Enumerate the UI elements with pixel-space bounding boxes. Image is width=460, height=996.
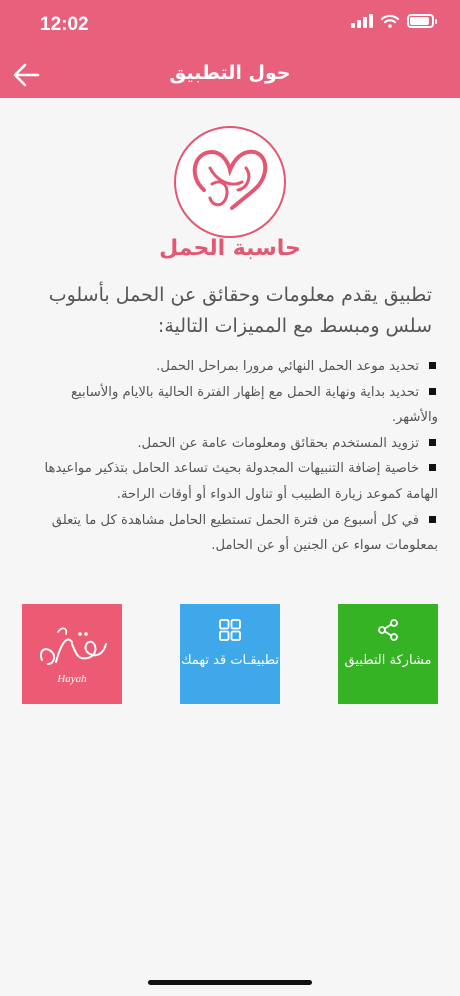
features-list: تحديد موعد الحمل النهائي مرورا بمراحل ال… bbox=[24, 354, 438, 559]
intro-text: تطبيق يقدم معلومات وحقائق عن الحمل بأسلو… bbox=[48, 284, 432, 337]
home-indicator[interactable] bbox=[148, 980, 312, 985]
grid-icon bbox=[219, 619, 241, 641]
related-apps-label: تطبيقـات قد تهمك bbox=[180, 653, 280, 668]
app-name: حاسبة الحمل bbox=[159, 236, 301, 261]
cellular-signal-icon bbox=[351, 14, 373, 28]
list-item: خاصية إضافة التنبيهات المجدولة بحيث تساع… bbox=[24, 456, 438, 507]
battery-level bbox=[410, 17, 429, 25]
hayah-logo-text: Hayah bbox=[56, 673, 87, 685]
page-title: حول التطبيق bbox=[169, 62, 291, 84]
status-icons bbox=[351, 14, 437, 28]
share-app-button[interactable]: مشاركة التطبيق bbox=[338, 604, 438, 704]
hayah-logo: Hayah bbox=[40, 627, 107, 685]
share-app-label: مشاركة التطبيق bbox=[344, 653, 432, 668]
app-logo bbox=[174, 126, 286, 238]
bullet-icon bbox=[429, 515, 436, 523]
share-icon bbox=[378, 619, 398, 641]
feature-text: تحديد موعد الحمل النهائي مرورا بمراحل ال… bbox=[156, 359, 419, 374]
feature-text: في كل أسبوع من فترة الحمل تستطيع الحامل … bbox=[51, 512, 438, 554]
status-bar: 12:02 bbox=[0, 0, 460, 50]
wifi-icon bbox=[381, 14, 399, 28]
feature-text: تحديد بداية ونهاية الحمل مع إظهار الفترة… bbox=[71, 384, 438, 426]
status-time: 12:02 bbox=[40, 14, 89, 35]
list-item: تزويد المستخدم بحقائق ومعلومات عامة عن ا… bbox=[24, 431, 438, 457]
feature-text: تزويد المستخدم بحقائق ومعلومات عامة عن ا… bbox=[137, 435, 419, 451]
bullet-icon bbox=[429, 387, 436, 395]
bullet-icon bbox=[429, 362, 436, 369]
nav-bar: حول التطبيق bbox=[0, 50, 460, 98]
heart-embrace-logo bbox=[192, 149, 268, 210]
feature-text: خاصية إضافة التنبيهات المجدولة بحيث تساع… bbox=[44, 461, 438, 502]
hayah-app-button[interactable]: Hayah bbox=[22, 604, 122, 704]
bullet-icon bbox=[429, 464, 436, 472]
related-apps-button[interactable]: تطبيقـات قد تهمك bbox=[180, 604, 280, 704]
header: 12:02 حول التطبيق bbox=[0, 0, 460, 98]
list-item: تحديد بداية ونهاية الحمل مع إظهار الفترة… bbox=[24, 380, 438, 431]
list-item: في كل أسبوع من فترة الحمل تستطيع الحامل … bbox=[24, 508, 438, 559]
battery-icon bbox=[407, 14, 437, 28]
bullet-icon bbox=[429, 438, 436, 446]
list-item: تحديد موعد الحمل النهائي مرورا بمراحل ال… bbox=[24, 354, 438, 380]
